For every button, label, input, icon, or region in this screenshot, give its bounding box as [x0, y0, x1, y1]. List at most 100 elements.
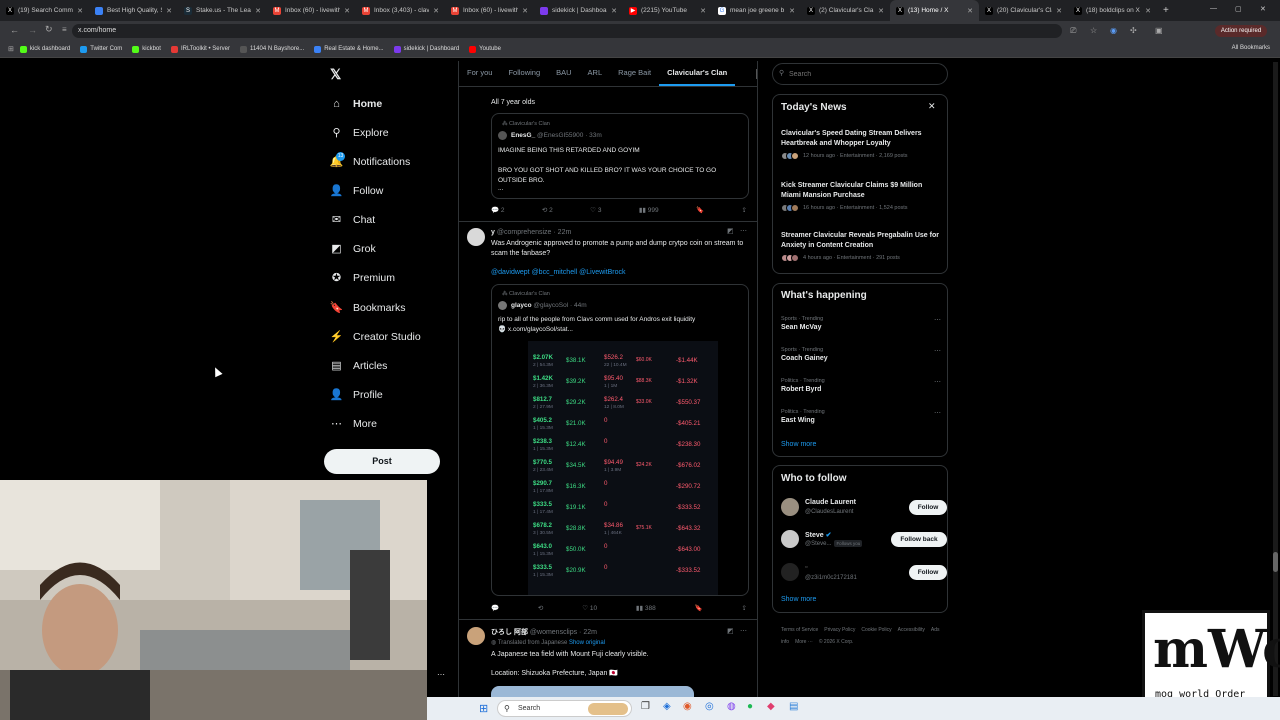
tweet-mentions[interactable]: @davidwept @bcc_mitchell @LivewitBrock	[491, 269, 626, 276]
nav-item-premium[interactable]: ✪ Premium	[330, 271, 395, 285]
nav-item-home[interactable]: ⌂ Home	[330, 97, 382, 110]
close-tab-icon[interactable]: ✕	[77, 7, 83, 15]
action-required-button[interactable]: Action required	[1215, 25, 1267, 37]
close-tab-icon[interactable]: ✕	[967, 7, 973, 15]
browser-tab[interactable]: X (13) Home / X ✕	[890, 0, 979, 21]
bookmark-item[interactable]: 11404 N Bayshore...	[239, 45, 304, 53]
nav-item-bookmarks[interactable]: 🔖 Bookmarks	[330, 301, 406, 315]
chrome-icon[interactable]: ◎	[705, 701, 714, 712]
more-icon[interactable]: ⋯	[740, 627, 747, 635]
file-explorer-icon[interactable]: ▤	[789, 701, 798, 712]
forward-icon[interactable]: →	[28, 25, 37, 35]
back-icon[interactable]: ←	[10, 25, 19, 35]
all-bookmarks[interactable]: All Bookmarks	[1232, 45, 1270, 51]
close-tab-icon[interactable]: ✕	[611, 7, 617, 15]
browser-tab[interactable]: X (19) Search Commu ✕	[0, 0, 89, 21]
app-icon[interactable]: ◆	[767, 701, 775, 712]
browser-tab[interactable]: M Inbox (60) - livewith ✕	[445, 0, 534, 21]
avatar[interactable]	[781, 563, 799, 581]
more-icon[interactable]: ⋯	[934, 409, 941, 417]
follow-button[interactable]: Follow	[909, 500, 947, 515]
reply-button[interactable]: 💬	[491, 604, 499, 612]
more-icon[interactable]: ⋯	[934, 378, 941, 386]
browser-tab[interactable]: X (2) Clavicular's Cla ✕	[801, 0, 890, 21]
close-icon[interactable]: ✕	[928, 101, 936, 112]
browser-tab[interactable]: X (18) boldclips on X ✕	[1068, 0, 1157, 21]
bookmark-item[interactable]: Real Estate & Home...	[314, 45, 384, 53]
address-bar[interactable]: x.com/home	[72, 24, 1062, 38]
grok-icon[interactable]: ◩	[727, 627, 734, 635]
scrollbar[interactable]	[1273, 62, 1278, 696]
sidepanel-icon[interactable]: ▣	[1155, 26, 1163, 35]
close-tab-icon[interactable]: ✕	[255, 7, 261, 15]
install-icon[interactable]: ⎚	[1070, 26, 1076, 36]
footer-link[interactable]: More ···	[795, 639, 813, 645]
show-more-link[interactable]: Show more	[781, 441, 816, 448]
nav-item-more[interactable]: ⋯ More	[330, 417, 377, 431]
nav-item-follow[interactable]: 👤 Follow	[330, 184, 384, 198]
feed-tab[interactable]: Clavicular's Clan	[659, 61, 736, 86]
nav-item-explore[interactable]: ⚲ Explore	[330, 126, 388, 140]
search-input[interactable]	[789, 67, 939, 81]
app-icon[interactable]: ◈	[663, 701, 671, 712]
nav-item-creator-studio[interactable]: ⚡ Creator Studio	[330, 330, 421, 344]
quote-link[interactable]: 💀 x.com/glaycoSol/stat...	[498, 325, 573, 335]
news-item[interactable]: Streamer Clavicular Reveals Pregabalin U…	[781, 231, 941, 262]
nav-item-grok[interactable]: ◩ Grok	[330, 242, 375, 256]
trend-item[interactable]: Sports · Trending Coach Gainey ⋯	[781, 347, 941, 362]
extension-icon[interactable]: ◉	[1110, 26, 1117, 35]
tweet-author[interactable]: ひろし 阿部 @womensclips · 22m	[491, 627, 597, 637]
repost-button[interactable]: ⟲	[538, 604, 543, 612]
trend-item[interactable]: Politics · Trending East Wing ⋯	[781, 409, 941, 424]
footer-link[interactable]: Privacy Policy	[824, 627, 855, 633]
avatar[interactable]	[467, 627, 485, 645]
x-logo-icon[interactable]: 𝕏	[330, 66, 341, 83]
news-item[interactable]: Clavicular's Speed Dating Stream Deliver…	[781, 129, 941, 160]
maximize-icon[interactable]: ▢	[1235, 5, 1242, 13]
share-button[interactable]: ⇪	[741, 604, 746, 612]
repost-button[interactable]: ⟲ 2	[542, 206, 553, 214]
avatar[interactable]	[467, 228, 485, 246]
windows-start-icon[interactable]: ⊞	[479, 702, 488, 715]
browser-tab[interactable]: Gmean joe greene b ✕	[712, 0, 801, 21]
post-button[interactable]: Post	[324, 449, 440, 474]
close-tab-icon[interactable]: ✕	[700, 7, 706, 15]
show-more-link[interactable]: Show more	[781, 596, 816, 603]
close-tab-icon[interactable]: ✕	[433, 7, 439, 15]
new-tab-icon[interactable]: +	[1163, 5, 1169, 16]
bookmark-item[interactable]: Twitter Com	[80, 45, 122, 53]
spotify-icon[interactable]: ●	[747, 701, 753, 712]
follow-button[interactable]: Follow back	[891, 532, 947, 547]
close-tab-icon[interactable]: ✕	[789, 7, 795, 15]
nav-item-articles[interactable]: ▤ Articles	[330, 359, 387, 373]
views-button[interactable]: ▮▮ 388	[636, 604, 656, 612]
browser-tab[interactable]: X (20) Clavicular's Cla ✕	[979, 0, 1068, 21]
views-button[interactable]: ▮▮ 999	[639, 206, 659, 214]
more-icon[interactable]: ⋯	[740, 227, 747, 235]
task-view-icon[interactable]: ❐	[641, 701, 650, 712]
footer-link[interactable]: Terms of Service	[781, 627, 818, 633]
show-original-link[interactable]: Show original	[569, 640, 605, 646]
feed-tab[interactable]: ARL	[580, 61, 611, 86]
reload-icon[interactable]: ↻	[45, 24, 53, 35]
avatar[interactable]	[781, 530, 799, 548]
follow-suggestion[interactable]: Steve ✔ @Steve... Follows you Follow back	[781, 530, 947, 554]
feed-tab[interactable]: Following	[500, 61, 548, 86]
nav-item-profile[interactable]: 👤 Profile	[330, 388, 383, 402]
grok-icon[interactable]: ◩	[727, 227, 734, 235]
browser-tab[interactable]: Best High Quality, S ✕	[89, 0, 178, 21]
bookmark-item[interactable]: Youtube	[469, 45, 501, 53]
more-icon[interactable]: ⋯	[934, 316, 941, 324]
feed-tab[interactable]: BAU	[548, 61, 579, 86]
bookmark-item[interactable]: kickbot	[132, 45, 161, 53]
footer-link[interactable]: © 2026 X Corp.	[819, 639, 854, 645]
more-icon[interactable]: ⋯	[934, 347, 941, 355]
puzzle-icon[interactable]: ✣	[1130, 26, 1137, 35]
browser-tab[interactable]: S Stake.us - The Lead ✕	[178, 0, 267, 21]
site-info-icon[interactable]: ≡	[62, 25, 67, 34]
bookmark-item[interactable]: sidekick | Dashboard	[393, 45, 459, 53]
bookmark-button[interactable]: 🔖	[695, 604, 703, 612]
browser-tab[interactable]: M Inbox (3,403) - clavi ✕	[356, 0, 445, 21]
browser-tab[interactable]: ▶ (2215) YouTube ✕	[623, 0, 712, 21]
bookmark-item[interactable]: kick dashboard	[19, 45, 70, 53]
